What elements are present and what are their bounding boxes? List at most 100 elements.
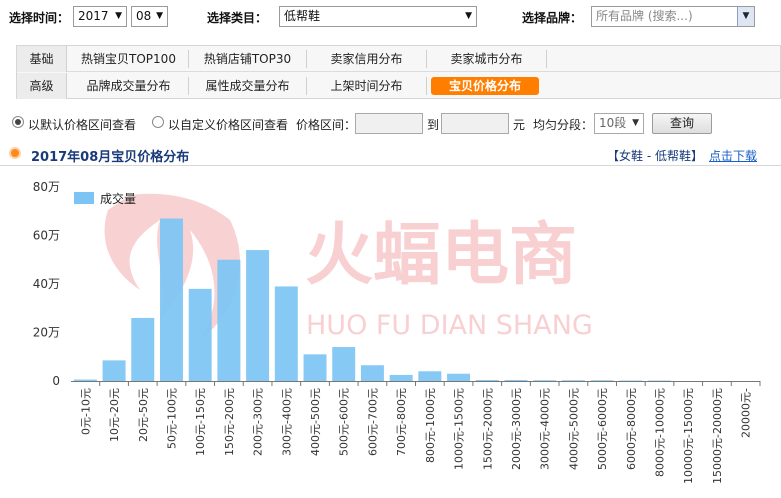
- x-tick-label: 20元-50元: [137, 388, 150, 442]
- chevron-down-icon[interactable]: ▼: [737, 7, 754, 26]
- y-tick-label: 80万: [33, 180, 60, 194]
- segment-label: 均匀分段：: [533, 118, 594, 132]
- bar[interactable]: [360, 365, 384, 381]
- month-value: 08: [136, 9, 152, 23]
- price-unit-label: 元: [513, 118, 526, 132]
- x-tick-label: 300元-400元: [280, 388, 293, 456]
- bar[interactable]: [475, 380, 499, 381]
- year-select[interactable]: 2017 ▼: [73, 6, 127, 27]
- chart-header-right: 【女鞋 - 低帮鞋】 点击下载: [607, 147, 757, 164]
- bullet-icon: [9, 147, 21, 159]
- category-value: 低帮鞋: [284, 9, 321, 23]
- x-tick-label: 20000元-: [740, 388, 753, 438]
- month-select[interactable]: 08 ▼: [131, 6, 168, 27]
- category-select[interactable]: 低帮鞋 ▼: [279, 6, 477, 27]
- x-tick-label: 200元-300元: [252, 388, 265, 456]
- chart-title: 2017年08月宝贝价格分布: [31, 150, 190, 165]
- segment-select[interactable]: 10段 ▼: [594, 113, 644, 134]
- bar[interactable]: [418, 371, 442, 381]
- tab-row-advanced: 高级 品牌成交量分布 属性成交量分布 上架时间分布 宝贝价格分布: [17, 73, 780, 99]
- bar[interactable]: [533, 380, 557, 381]
- bar[interactable]: [447, 373, 471, 381]
- bar[interactable]: [561, 380, 585, 381]
- x-tick-label: 10元-20元: [108, 388, 121, 442]
- x-tick-label: 2000元-3000元: [510, 388, 523, 470]
- tab-price-distribution[interactable]: 宝贝价格分布: [431, 77, 539, 95]
- y-tick-label: 40万: [33, 277, 60, 291]
- y-tick-label: 60万: [33, 229, 60, 243]
- year-value: 2017: [78, 9, 109, 23]
- bar[interactable]: [389, 374, 413, 381]
- price-min-input[interactable]: [355, 113, 423, 134]
- x-tick-label: 15000元-20000元: [711, 388, 724, 484]
- segment-value: 10段: [599, 116, 627, 130]
- y-tick-label: 0: [52, 374, 60, 388]
- x-tick-label: 400元-500元: [309, 388, 322, 456]
- price-distribution-chart: 火蝠电商 HUO FU DIAN SHANG 0 20万 40万 60万 80万 0元-…: [33, 180, 761, 484]
- tab-seller-city[interactable]: 卖家城市分布: [427, 50, 547, 68]
- y-tick-label: 20万: [33, 326, 60, 340]
- bar[interactable]: [188, 288, 212, 381]
- bar[interactable]: [332, 347, 356, 381]
- custom-range-label: 以自定义价格区间查看: [168, 118, 289, 132]
- legend-label: 成交量: [100, 191, 136, 206]
- filter-bar: 选择时间： 2017 ▼ 08 ▼ 选择类目： 低帮鞋 ▼ 选择品牌： 所有品牌 (搜…: [0, 0, 781, 36]
- watermark-title: 火蝠电商: [305, 216, 577, 295]
- brand-label: 选择品牌：: [522, 11, 583, 25]
- x-tick-label: 800元-1000元: [424, 388, 437, 463]
- tab-seller-credit[interactable]: 卖家信用分布: [307, 50, 427, 68]
- chevron-down-icon: ▼: [465, 11, 472, 21]
- x-tick-label: 100元-150元: [194, 388, 207, 456]
- bar[interactable]: [73, 379, 97, 381]
- brand-placeholder: 所有品牌 (搜索...): [596, 9, 693, 23]
- chevron-down-icon: ▼: [115, 11, 122, 21]
- query-button[interactable]: 查询: [652, 113, 712, 134]
- tab-hot-items-top100[interactable]: 热销宝贝TOP100: [69, 50, 189, 68]
- x-tick-label: 700元-800元: [395, 388, 408, 456]
- bar[interactable]: [504, 380, 528, 381]
- x-tick-label: 10000元-15000元: [682, 388, 695, 484]
- chart-x-labels: 0元-10元 10元-20元 20元-50元 50元-100元 100元-150元 150…: [79, 388, 752, 484]
- tab-row-basic: 基础 热销宝贝TOP100 热销店铺TOP30 卖家信用分布 卖家城市分布: [17, 46, 780, 72]
- brand-search-select[interactable]: 所有品牌 (搜索...) ▼: [591, 6, 755, 27]
- price-max-input[interactable]: [441, 113, 509, 134]
- report-tabs: 基础 热销宝贝TOP100 热销店铺TOP30 卖家信用分布 卖家城市分布 高级…: [16, 45, 781, 99]
- chevron-down-icon: ▼: [156, 11, 163, 21]
- watermark-subtitle: HUO FU DIAN SHANG: [306, 310, 593, 341]
- x-tick-label: 1500元-2000元: [481, 388, 494, 470]
- time-label: 选择时间：: [9, 11, 70, 25]
- bar[interactable]: [246, 250, 270, 381]
- x-tick-label: 8000元-10000元: [654, 388, 667, 477]
- bar[interactable]: [590, 380, 614, 381]
- radio-custom-range[interactable]: [152, 116, 164, 128]
- bar[interactable]: [303, 354, 327, 381]
- bar[interactable]: [131, 317, 155, 381]
- x-tick-label: 50元-100元: [165, 388, 178, 449]
- bar[interactable]: [102, 360, 126, 381]
- x-tick-label: 3000元-4000元: [539, 388, 552, 470]
- x-tick-label: 6000元-8000元: [625, 388, 638, 470]
- price-range-label: 价格区间：: [296, 118, 357, 132]
- bar[interactable]: [217, 259, 241, 381]
- bar[interactable]: [159, 218, 183, 381]
- tab-attribute-volume[interactable]: 属性成交量分布: [189, 77, 307, 95]
- tab-listing-time[interactable]: 上架时间分布: [307, 77, 427, 95]
- download-link[interactable]: 点击下载: [709, 149, 757, 163]
- x-tick-label: 4000元-5000元: [567, 388, 580, 470]
- x-tick-label: 0元-10元: [79, 388, 92, 435]
- tab-row-label-basic: 基础: [17, 46, 67, 72]
- tab-hot-shops-top30[interactable]: 热销店铺TOP30: [189, 50, 307, 68]
- query-options: 以默认价格区间查看 以自定义价格区间查看 价格区间： 到 元 均匀分段： 10段…: [0, 110, 781, 136]
- radio-default-range[interactable]: [12, 116, 24, 128]
- legend-swatch: [74, 192, 94, 204]
- range-to-label: 到: [427, 118, 440, 132]
- x-tick-label: 1000元-1500元: [453, 388, 466, 470]
- x-tick-label: 150元-200元: [223, 388, 236, 456]
- chart-legend: 成交量: [74, 191, 136, 206]
- bar[interactable]: [274, 286, 298, 381]
- category-label: 选择类目：: [207, 11, 268, 25]
- x-tick-label: 500元-600元: [338, 388, 351, 456]
- tab-brand-volume[interactable]: 品牌成交量分布: [69, 77, 189, 95]
- category-crumb: 【女鞋 - 低帮鞋】: [607, 149, 703, 163]
- default-range-label: 以默认价格区间查看: [28, 118, 137, 132]
